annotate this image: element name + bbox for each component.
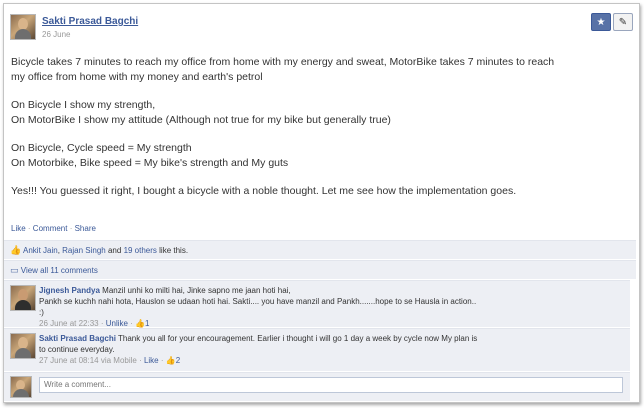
unlike-link[interactable]: Unlike — [106, 319, 128, 328]
comment-link[interactable]: Comment — [33, 224, 68, 233]
commenter-avatar[interactable] — [10, 333, 36, 359]
comment-like-count[interactable]: 2 — [176, 356, 180, 365]
share-link[interactable]: Share — [75, 224, 96, 233]
post-paragraph-4: Yes!!! You guessed it right, I bought a … — [11, 185, 517, 197]
likes-bar: 👍 Ankit Jain, Rajan Singh and 19 others … — [4, 240, 636, 259]
thumbs-up-icon: 👍 — [165, 356, 176, 365]
view-all-link[interactable]: View all 11 comments — [21, 266, 98, 275]
post-body: Bicycle takes 7 minutes to reach my offi… — [11, 55, 631, 213]
post-header: Sakti Prasad Bagchi 26 June ★ ✎ — [10, 11, 633, 45]
commenter-avatar[interactable] — [10, 285, 36, 311]
write-comment-input[interactable] — [39, 377, 623, 393]
thumbs-up-icon: 👍 — [10, 245, 22, 255]
comment-author-link[interactable]: Jignesh Pandya — [39, 286, 100, 295]
comment-meta: 26 June at 22:33 · Unlike · 👍1 — [39, 319, 150, 328]
write-comment-row — [4, 372, 630, 401]
post-actions: Like · Comment · Share — [11, 224, 96, 233]
comment-like-count[interactable]: 1 — [145, 319, 149, 328]
speech-bubble-icon: ▭ — [10, 265, 19, 275]
pencil-icon[interactable]: ✎ — [613, 13, 633, 31]
author-avatar[interactable] — [10, 14, 36, 40]
comment-text: Sakti Prasad Bagchi Thank you all for yo… — [39, 334, 478, 365]
facebook-post: Sakti Prasad Bagchi 26 June ★ ✎ Bicycle … — [3, 3, 640, 403]
comment-text: Jignesh Pandya Manzil unhi ko milti hai,… — [39, 286, 477, 328]
post-author-link[interactable]: Sakti Prasad Bagchi — [42, 16, 138, 27]
like-link[interactable]: Like — [144, 356, 159, 365]
comment-meta: 27 June at 08:14 via Mobile · Like · 👍2 — [39, 356, 181, 365]
thumbs-up-icon: 👍 — [135, 319, 146, 328]
star-icon[interactable]: ★ — [591, 13, 611, 31]
comment-item: Jignesh Pandya Manzil unhi ko milti hai,… — [4, 280, 630, 328]
post-date[interactable]: 26 June — [42, 30, 70, 39]
viewer-avatar — [10, 376, 32, 398]
comment-time[interactable]: 27 June at 08:14 via Mobile — [39, 356, 137, 365]
post-paragraph-1: Bicycle takes 7 minutes to reach my offi… — [11, 56, 555, 83]
post-controls: ★ ✎ — [591, 13, 633, 31]
post-paragraph-2: On Bicycle I show my strength, On MotorB… — [11, 99, 391, 126]
liker-link-2[interactable]: Rajan Singh — [62, 246, 106, 255]
comment-time[interactable]: 26 June at 22:33 — [39, 319, 99, 328]
comment-author-link[interactable]: Sakti Prasad Bagchi — [39, 334, 116, 343]
view-all-comments[interactable]: ▭ View all 11 comments — [4, 260, 636, 279]
comment-item: Sakti Prasad Bagchi Thank you all for yo… — [4, 328, 630, 371]
liker-link-1[interactable]: Ankit Jain — [23, 246, 58, 255]
post-paragraph-3: On Bicycle, Cycle speed = My strength On… — [11, 142, 289, 169]
like-link[interactable]: Like — [11, 224, 26, 233]
others-link[interactable]: 19 others — [124, 246, 157, 255]
